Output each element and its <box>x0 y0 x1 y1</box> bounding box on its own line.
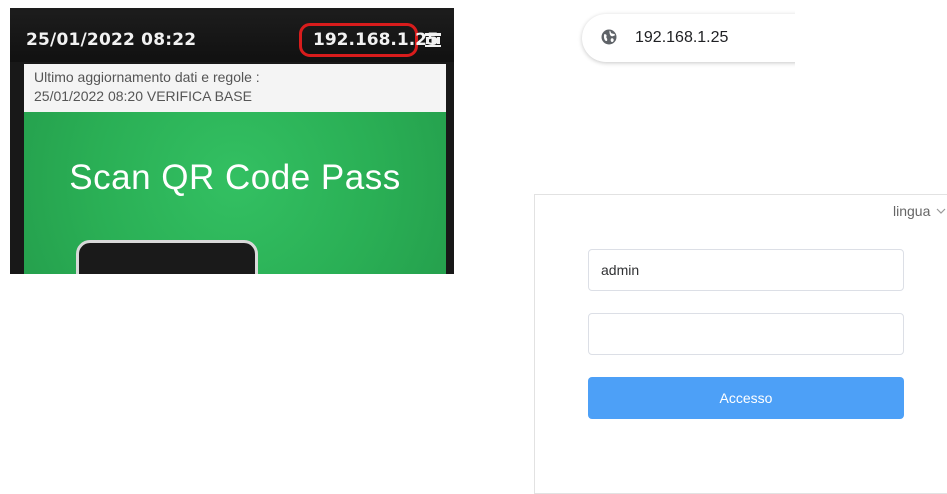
update-info-panel: Ultimo aggiornamento dati e regole : 25/… <box>24 64 446 112</box>
update-info-line-1: Ultimo aggiornamento dati e regole : <box>34 69 260 85</box>
chevron-down-icon[interactable] <box>936 207 946 215</box>
address-bar-url[interactable]: 192.168.1.25 <box>635 29 728 47</box>
scan-area: Scan QR Code Pass <box>24 112 446 274</box>
language-selector[interactable]: lingua <box>893 203 930 219</box>
globe-icon <box>601 29 617 45</box>
network-icon <box>425 33 441 47</box>
update-info-line-2: 25/01/2022 08:20 VERIFICA BASE <box>34 88 252 104</box>
username-input[interactable] <box>588 249 904 291</box>
device-screen-photo: 25/01/2022 08:22 192.168.1.25 Ultimo agg… <box>10 8 454 274</box>
device-datetime: 25/01/2022 08:22 <box>26 30 197 50</box>
device-ip-address: 192.168.1.25 <box>313 30 439 50</box>
password-input[interactable] <box>588 313 904 355</box>
login-button[interactable]: Accesso <box>588 377 904 419</box>
address-bar-crop <box>795 0 947 80</box>
qr-reader-graphic <box>76 240 258 274</box>
scan-prompt: Scan QR Code Pass <box>69 158 401 197</box>
